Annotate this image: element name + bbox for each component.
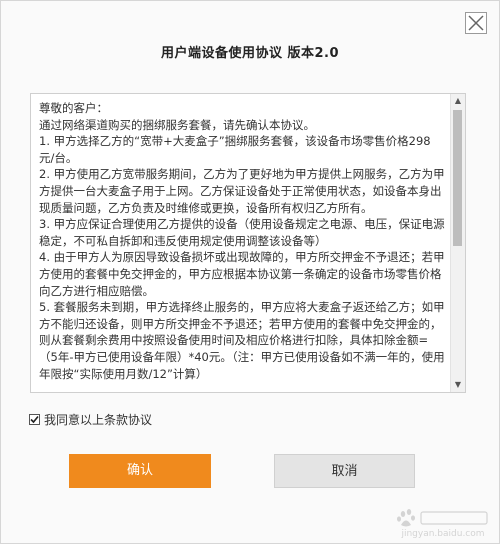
agree-checkbox-label: 我同意以上条款协议 xyxy=(44,413,153,427)
agreement-paragraph: 1. 甲方选择乙方的“宽带+大麦盒子”捆绑服务套餐，该设备市场零售价格298元/… xyxy=(39,134,431,165)
baidu-jingyan-watermark: jingyan.baidu.com xyxy=(395,507,491,539)
agree-checkbox[interactable] xyxy=(29,414,40,425)
checkmark-icon xyxy=(30,415,39,424)
dialog-title: 用户端设备使用协议 版本2.0 xyxy=(160,46,340,61)
agreement-paragraph: 2. 甲方使用乙方宽带服务期间，乙方为了更好地为甲方提供上网服务，乙方为甲方提供… xyxy=(39,167,445,215)
scrollbar-thumb[interactable] xyxy=(453,110,462,246)
vertical-scrollbar[interactable]: ▲ ▼ xyxy=(450,94,465,392)
agreement-content-box[interactable]: 尊敬的客户： 通过网络渠道购买的捆绑服务套餐，请先确认本协议。 1. 甲方选择乙… xyxy=(30,93,466,393)
scroll-up-arrow-icon[interactable]: ▲ xyxy=(451,94,465,108)
close-button[interactable] xyxy=(465,12,487,34)
agreement-paragraph: 3. 甲方应保证合理使用乙方提供的设备（使用设备规定之电源、电压，保证电源稳定，… xyxy=(39,217,445,248)
agreement-paragraph: 通过网络渠道购买的捆绑服务套餐，请先确认本协议。 xyxy=(39,117,315,132)
baidu-logo-icon xyxy=(397,509,488,527)
close-icon xyxy=(468,15,484,31)
cancel-button[interactable]: 取消 xyxy=(274,454,415,488)
agreement-paragraph: 5. 套餐服务未到期，甲方选择终止服务的，甲方应将大麦盒子返还给乙方；如甲方不能… xyxy=(39,300,445,381)
agreement-paragraph: 尊敬的客户： xyxy=(39,101,108,115)
scroll-down-arrow-icon[interactable]: ▼ xyxy=(451,378,465,392)
agreement-paragraph: 4. 由于甲方人为原因导致设备损坏或出现故障的，甲方所交押金不予退还；若甲方使用… xyxy=(39,250,445,298)
agreement-dialog: 用户端设备使用协议 版本2.0 尊敬的客户： 通过网络渠道购买的捆绑服务套餐，请… xyxy=(0,0,500,544)
confirm-button[interactable]: 确认 xyxy=(69,454,211,488)
agree-checkbox-row[interactable]: 我同意以上条款协议 xyxy=(29,411,152,428)
agreement-text: 尊敬的客户： 通过网络渠道购买的捆绑服务套餐，请先确认本协议。 1. 甲方选择乙… xyxy=(39,100,445,382)
watermark-url: jingyan.baidu.com xyxy=(401,529,485,539)
